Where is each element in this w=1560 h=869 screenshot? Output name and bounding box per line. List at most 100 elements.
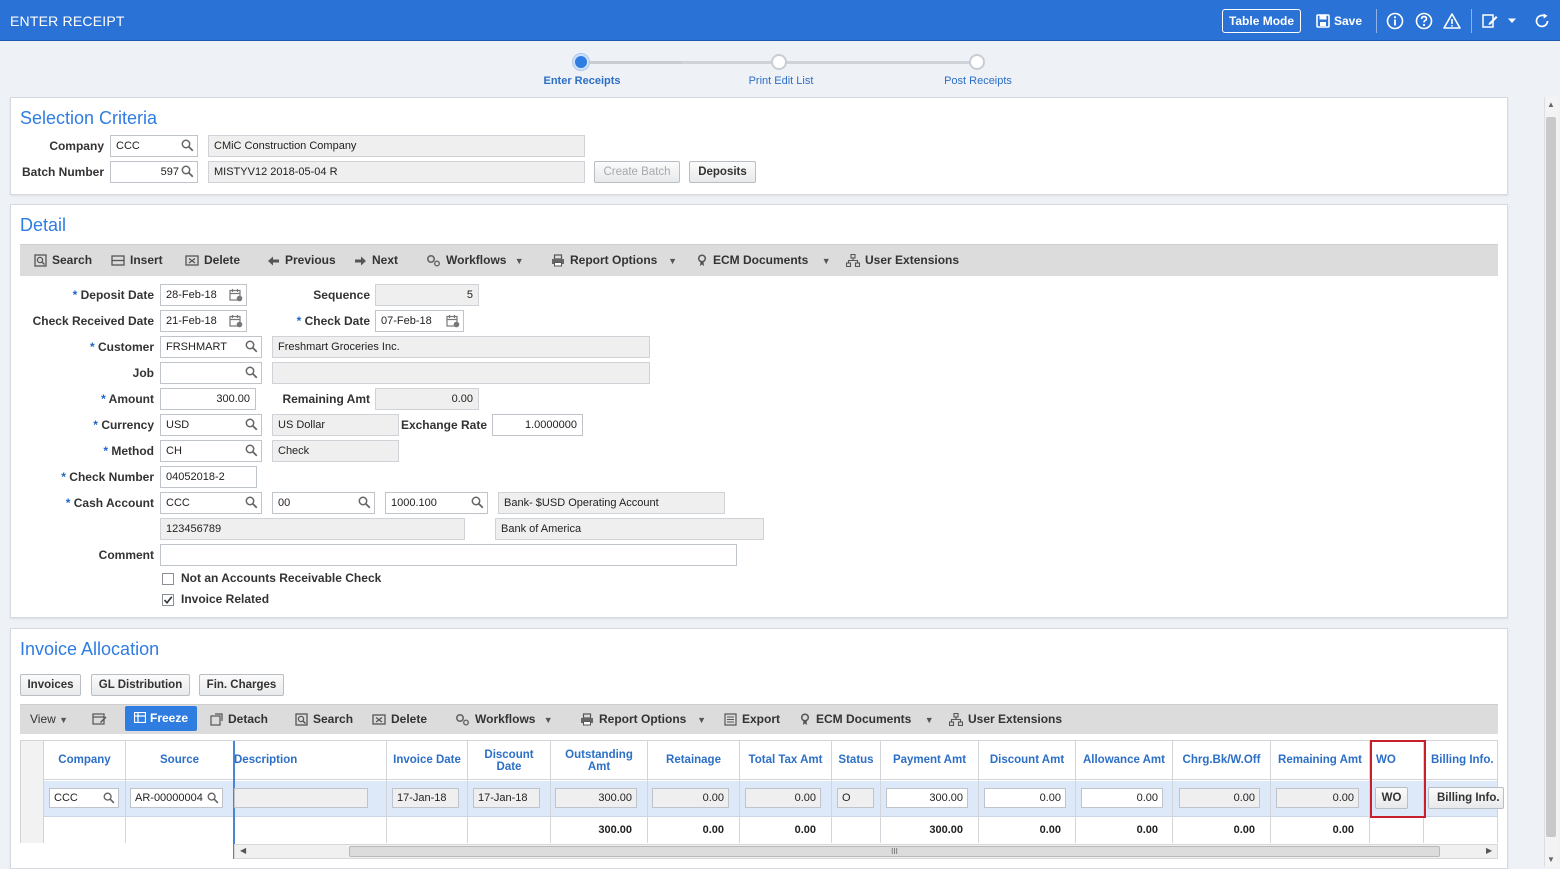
currency-field[interactable]: USD [160, 414, 262, 436]
chevron-down-icon[interactable] [1507, 17, 1517, 25]
search-icon[interactable] [245, 496, 258, 509]
refresh-icon[interactable] [1532, 11, 1552, 31]
search-icon[interactable] [245, 366, 258, 379]
deposits-button[interactable]: Deposits [689, 161, 756, 183]
tab-gl-distribution[interactable]: GL Distribution [91, 674, 190, 696]
column-header-discount-amt[interactable]: Discount Amt [979, 754, 1075, 766]
grid-delete-button[interactable]: Delete [372, 712, 427, 726]
printer-icon [581, 713, 593, 726]
previous-button[interactable]: Previous [267, 253, 336, 267]
detail-search-button[interactable]: Search [34, 253, 92, 267]
save-button[interactable]: Save [1316, 12, 1362, 30]
row-allowance-amt-field[interactable]: 0.00 [1081, 788, 1163, 808]
column-header-discount-date[interactable]: Discount Date [476, 749, 542, 773]
column-header-allowance-amt[interactable]: Allowance Amt [1076, 754, 1172, 766]
table-mode-button[interactable]: Table Mode [1222, 9, 1301, 33]
column-header-company[interactable]: Company [44, 754, 125, 766]
step-label-post-receipts[interactable]: Post Receipts [908, 75, 1048, 87]
invoice-related-checkbox[interactable] [162, 594, 174, 606]
search-icon[interactable] [181, 139, 194, 152]
column-header-description[interactable]: Description [234, 754, 297, 766]
exchange-rate-field[interactable]: 1.0000000 [492, 414, 583, 436]
detail-user-extensions-button[interactable]: User Extensions [845, 253, 959, 268]
edit-icon[interactable] [1480, 11, 1500, 31]
check-received-date-field[interactable]: 21-Feb-18 [160, 310, 247, 332]
detail-ecm-documents-button[interactable]: ECM Documents ▼ [696, 253, 831, 267]
edit-row-icon[interactable] [92, 712, 107, 726]
view-menu[interactable]: View ▼ [30, 712, 68, 726]
search-icon[interactable] [245, 444, 258, 457]
page-scrollbar-thumb[interactable] [1546, 117, 1556, 837]
create-batch-button[interactable]: Create Batch [594, 161, 680, 183]
column-header-outstanding-amt[interactable]: Outstanding Amt [556, 749, 642, 773]
search-icon[interactable] [103, 792, 115, 804]
grid-user-extensions-button[interactable]: User Extensions [948, 712, 1062, 727]
row-source-field[interactable]: AR-00000004 [130, 788, 223, 808]
billing-info-button[interactable]: Billing Info. [1428, 787, 1504, 809]
search-icon[interactable] [207, 792, 219, 804]
search-icon[interactable] [358, 496, 371, 509]
amount-field[interactable]: 300.00 [160, 388, 256, 410]
check-date-field[interactable]: 07-Feb-18 [375, 310, 464, 332]
grid-report-options-button[interactable]: Report Options ▼ [580, 712, 706, 726]
batch-number-field[interactable]: 597 [110, 161, 198, 183]
grid-scrollbar-thumb[interactable]: III [349, 846, 1440, 857]
check-number-field[interactable]: 04052018-2 [160, 466, 257, 488]
column-header-payment-amt[interactable]: Payment Amt [881, 754, 978, 766]
comment-field[interactable] [160, 544, 737, 566]
step-label-print-edit-list[interactable]: Print Edit List [711, 75, 851, 87]
step-dot-print-edit-list[interactable] [771, 54, 787, 70]
row-payment-amt-field[interactable]: 300.00 [886, 788, 968, 808]
freeze-button[interactable]: Freeze [125, 706, 197, 731]
cash-account-company-field[interactable]: CCC [160, 492, 262, 514]
calendar-icon[interactable] [229, 288, 243, 302]
calendar-icon[interactable] [229, 314, 243, 328]
cash-account-dept-field[interactable]: 00 [272, 492, 375, 514]
next-button[interactable]: Next [354, 253, 398, 267]
row-company-field[interactable]: CCC [49, 788, 119, 808]
column-header-source[interactable]: Source [126, 754, 233, 766]
scroll-up-icon[interactable]: ▲ [1547, 100, 1555, 109]
tab-invoices[interactable]: Invoices [20, 674, 81, 696]
search-icon[interactable] [245, 418, 258, 431]
row-discount-amt-field[interactable]: 0.00 [984, 788, 1066, 808]
detail-delete-button[interactable]: Delete [185, 253, 240, 267]
customer-field[interactable]: FRSHMART [160, 336, 262, 358]
help-icon[interactable] [1414, 11, 1434, 31]
search-icon[interactable] [471, 496, 484, 509]
grid-search-button[interactable]: Search [295, 712, 353, 726]
export-button[interactable]: Export [724, 712, 780, 726]
detach-button[interactable]: Detach [210, 712, 268, 726]
search-icon[interactable] [181, 165, 194, 178]
tab-fin-charges[interactable]: Fin. Charges [199, 674, 284, 696]
detail-insert-button[interactable]: Insert [111, 253, 163, 267]
column-header-chrg-bk-woff[interactable]: Chrg.Bk/W.Off [1173, 754, 1270, 766]
row-selector-column[interactable] [21, 741, 44, 843]
column-header-status[interactable]: Status [832, 754, 880, 766]
method-field[interactable]: CH [160, 440, 262, 462]
column-header-total-tax-amt[interactable]: Total Tax Amt [740, 754, 831, 766]
scroll-right-icon[interactable]: ▶ [1486, 846, 1492, 855]
deposit-date-field[interactable]: 28-Feb-18 [160, 284, 247, 306]
scroll-left-icon[interactable]: ◀ [240, 846, 246, 855]
not-ar-check-checkbox[interactable] [162, 573, 174, 585]
grid-workflows-button[interactable]: Workflows ▼ [455, 712, 553, 726]
info-icon[interactable] [1385, 11, 1405, 31]
column-header-invoice-date[interactable]: Invoice Date [387, 754, 467, 766]
grid-ecm-documents-button[interactable]: ECM Documents ▼ [799, 712, 934, 726]
column-header-retainage[interactable]: Retainage [648, 754, 739, 766]
step-dot-post-receipts[interactable] [969, 54, 985, 70]
step-dot-enter-receipts[interactable] [573, 54, 589, 70]
column-header-billing-info[interactable]: Billing Info. [1431, 754, 1494, 766]
column-header-remaining-amt[interactable]: Remaining Amt [1271, 754, 1369, 766]
company-field[interactable]: CCC [110, 135, 198, 157]
warning-icon[interactable] [1442, 11, 1462, 31]
job-field[interactable] [160, 362, 262, 384]
calendar-icon[interactable] [446, 314, 460, 328]
step-label-enter-receipts[interactable]: Enter Receipts [512, 75, 652, 87]
cash-account-number-field[interactable]: 1000.100 [385, 492, 488, 514]
detail-report-options-button[interactable]: Report Options ▼ [551, 253, 677, 267]
detail-workflows-button[interactable]: Workflows ▼ [426, 253, 524, 267]
scroll-down-icon[interactable]: ▼ [1547, 855, 1555, 864]
search-icon[interactable] [245, 340, 258, 353]
